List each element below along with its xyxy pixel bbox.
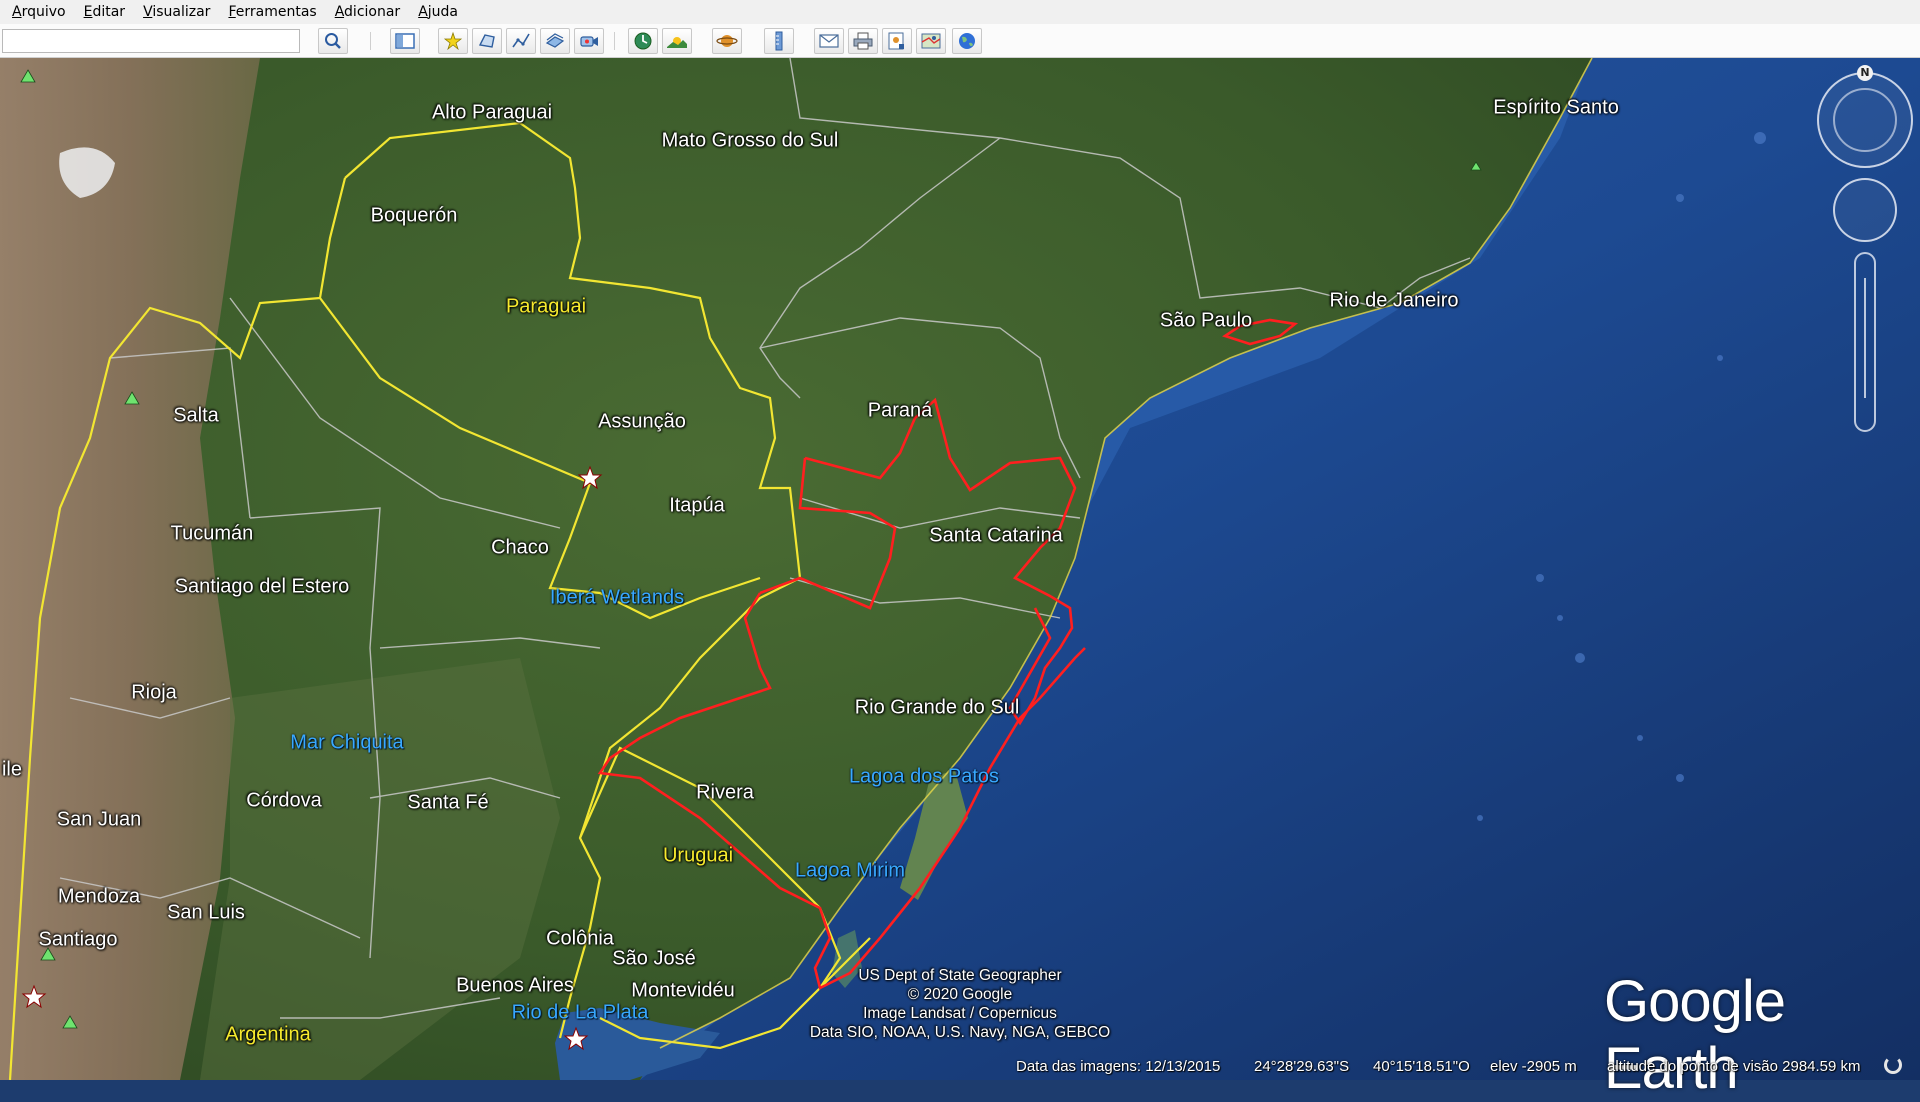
toolbar [0,24,1920,58]
label-mato-grosso-do-sul: Mato Grosso do Sul [661,129,839,152]
planets-button[interactable] [712,28,742,54]
view-in-maps-icon [921,33,941,49]
record-tour-button[interactable] [574,28,604,54]
label-santa-fe: Santa Fé [407,791,489,814]
print-icon [853,32,873,50]
label-parana: Paraná [867,399,933,422]
eye-altitude-readout: altitude do ponto de visão 2984.59 km [1607,1058,1861,1075]
planets-icon [716,35,738,47]
label-boqueron: Boquerón [370,204,458,227]
toolbar-separator [370,32,371,50]
label-rioja: Rioja [131,681,177,704]
label-alto-paraguai: Alto Paraguai [431,101,553,124]
label-santiago-del-estero: Santiago del Estero [174,575,350,598]
ruler-icon [775,31,783,51]
label-argentina: Argentina [225,1023,311,1046]
compass-ring[interactable] [1817,72,1913,168]
ruler-button[interactable] [764,28,794,54]
label-sao-jose: São José [612,947,696,970]
label-salta: Salta [173,404,219,427]
menu-adicionar[interactable]: Adicionar [326,0,409,24]
imagery-date: Data das imagens: 12/13/2015 [1016,1058,1221,1075]
label-santiago: Santiago [38,928,118,951]
elevation-readout: elev -2905 m [1490,1058,1577,1075]
credit-line-2: © 2020 Google [907,986,1013,1003]
north-indicator[interactable]: N [1857,65,1873,81]
label-lagoa-dos-patos: Lagoa dos Patos [848,765,1000,788]
placemark-icon [443,31,463,51]
latitude-readout: 24°28'29.63"S [1254,1058,1350,1075]
earth-button[interactable] [952,28,982,54]
label-lagoa-mirim: Lagoa Mirim [794,859,906,882]
credit-line-1: US Dept of State Geographer [858,967,1062,984]
historical-imagery-icon [634,32,652,50]
earth-imagery [0,58,1920,1080]
move-joystick[interactable] [1833,178,1897,242]
label-rio-grande-do-sul: Rio Grande do Sul [854,696,1020,719]
label-paraguai: Paraguai [505,295,587,318]
sunlight-icon [667,37,687,48]
menu-editar[interactable]: Editar [75,0,134,24]
add-path-button[interactable] [506,28,536,54]
email-icon [819,34,839,48]
path-icon [512,33,530,48]
save-image-button[interactable] [882,28,912,54]
longitude-readout: 40°15'18.51"O [1373,1058,1470,1075]
label-chile-partial: ile [1,758,23,781]
label-mar-chiquita: Mar Chiquita [290,731,404,754]
label-espirito-santo: Espírito Santo [1493,96,1619,119]
label-rio-de-la-plata: Rio de La Plata [511,1001,649,1024]
polygon-icon [478,34,495,48]
search-button[interactable] [318,28,348,54]
print-button[interactable] [848,28,878,54]
label-montevideu: Montevidéu [631,979,735,1002]
sidebar-toggle-button[interactable] [390,28,420,54]
label-mendoza: Mendoza [57,885,141,908]
menu-arquivo[interactable]: Arquivo [0,0,75,24]
map-viewport[interactable]: Alto Paraguai Boquerón Paraguai Uruguai … [0,58,1920,1080]
credit-line-4: Data SIO, NOAA, U.S. Navy, NGA, GEBCO [809,1024,1111,1041]
view-in-maps-button[interactable] [916,28,946,54]
add-placemark-button[interactable] [438,28,468,54]
label-assuncao: Assunção [598,410,686,433]
search-input[interactable] [2,29,300,53]
status-bar: Data das imagens: 12/13/2015 24°28'29.63… [0,1054,1920,1080]
email-button[interactable] [814,28,844,54]
label-sao-paulo: São Paulo [1159,309,1253,332]
label-buenos-aires: Buenos Aires [456,974,574,997]
add-polygon-button[interactable] [472,28,502,54]
label-uruguai: Uruguai [662,844,734,867]
label-rivera: Rivera [696,781,754,804]
image-overlay-icon [545,33,565,48]
label-tucuman: Tucumán [170,522,254,545]
zoom-slider[interactable] [1854,252,1876,432]
label-santa-catarina: Santa Catarina [929,524,1063,547]
earth-icon [959,33,975,49]
add-image-overlay-button[interactable] [540,28,570,54]
label-san-juan: San Juan [56,808,142,831]
label-colonia: Colônia [546,927,614,950]
menu-bar: Arquivo Editar Visualizar Ferramentas Ad… [0,0,1920,25]
sidebar-toggle-icon [395,33,415,49]
label-san-luis: San Luis [167,901,245,924]
label-itapua: Itapúa [669,494,725,517]
sunlight-button[interactable] [662,28,692,54]
menu-visualizar[interactable]: Visualizar [134,0,219,24]
record-tour-icon [580,36,598,47]
label-rio-de-janeiro: Rio de Janeiro [1329,289,1459,312]
menu-ajuda[interactable]: Ajuda [409,0,467,24]
label-ibera-wetlands: Iberá Wetlands [549,586,685,609]
loading-icon [1884,1056,1902,1074]
google-earth-logo: Google Earth [1604,969,1786,1101]
save-image-icon [888,32,904,50]
label-cordoba: Córdova [246,789,322,812]
historical-imagery-button[interactable] [628,28,658,54]
toolbar-separator [614,32,615,50]
menu-ferramentas[interactable]: Ferramentas [219,0,325,24]
label-chaco: Chaco [491,536,549,559]
search-icon [325,33,341,49]
credit-line-3: Image Landsat / Copernicus [863,1005,1057,1022]
